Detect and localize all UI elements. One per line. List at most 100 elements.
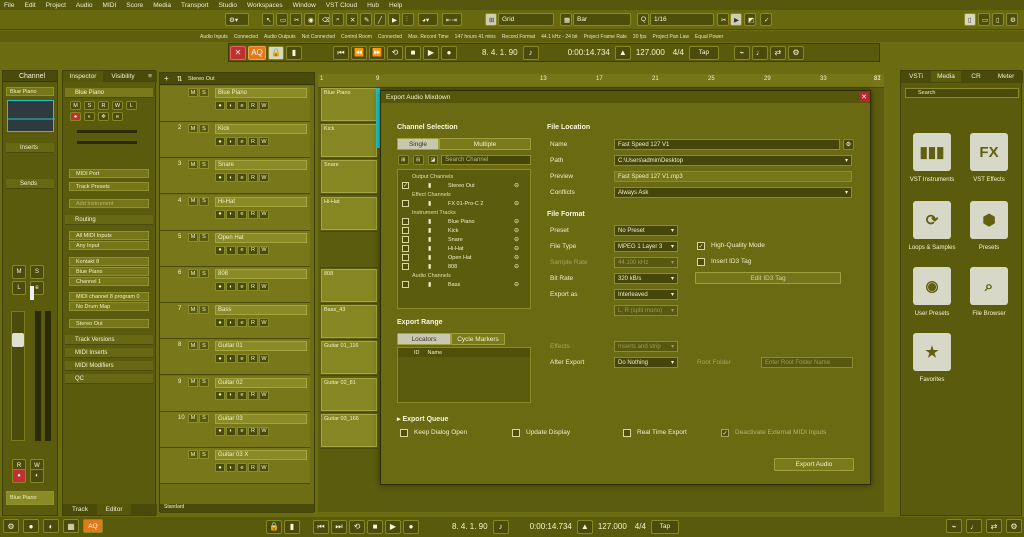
solo-button[interactable]: S	[199, 377, 209, 387]
pan-slider[interactable]	[77, 141, 137, 144]
any-input-field[interactable]: Any Input	[69, 241, 149, 250]
fader-handle[interactable]	[12, 333, 24, 347]
record-enable-button[interactable]: ●	[215, 209, 225, 219]
write-button[interactable]: W	[259, 426, 269, 436]
track-name[interactable]: Bass	[215, 305, 307, 316]
event-lane[interactable]: 808	[320, 268, 378, 304]
edit-icon[interactable]: e	[237, 282, 247, 291]
event-lane[interactable]: Bass_43	[320, 304, 378, 341]
real-time-checkbox[interactable]	[623, 429, 631, 437]
browse-icon[interactable]: ⌕	[970, 267, 1008, 305]
solo-button[interactable]: S	[199, 450, 209, 459]
sync-icon[interactable]: ⇄	[769, 45, 786, 60]
read-button[interactable]: R	[248, 354, 258, 364]
edit-icon[interactable]: e	[237, 390, 247, 400]
tune-icon[interactable]: ✓	[760, 13, 772, 26]
record-enable-button[interactable]: ●	[215, 354, 225, 364]
split-tool-icon[interactable]: ✂	[290, 13, 302, 26]
cycle-icon[interactable]: ⟲	[387, 45, 403, 60]
midi-inserts-section[interactable]: MIDI Inserts	[65, 348, 153, 358]
update-display-checkbox[interactable]	[512, 429, 520, 437]
write-button[interactable]: W	[112, 101, 123, 110]
menu-item[interactable]: Media	[153, 2, 171, 9]
clip[interactable]: Guitar 03_166	[321, 413, 377, 447]
edit-icon[interactable]: e	[237, 209, 247, 219]
menu-item[interactable]: Transport	[181, 2, 209, 9]
split-mono-select[interactable]: L, R (split mono)	[614, 305, 678, 316]
track-filter-icon[interactable]: ⇅	[177, 75, 183, 83]
mute-button[interactable]: M	[188, 196, 198, 206]
solo-button[interactable]: S	[30, 265, 44, 279]
mute-button[interactable]: M	[188, 305, 198, 315]
snap-toggle-icon[interactable]: ⊞	[485, 13, 497, 26]
output-field[interactable]: Blue Piano	[69, 267, 149, 276]
channel-group-label[interactable]: Audio Channels	[412, 272, 451, 280]
record-icon[interactable]: ●	[403, 519, 419, 534]
stop-icon[interactable]: ■	[367, 519, 383, 534]
draw-tool-icon[interactable]: ✎	[360, 13, 372, 26]
listen-button[interactable]: L	[12, 281, 26, 295]
record-enable-button[interactable]: ●	[215, 282, 225, 291]
read-button[interactable]: R	[248, 463, 258, 472]
channel-checkbox[interactable]	[402, 263, 409, 270]
monitor-icon[interactable]: ◐	[226, 245, 236, 255]
table-row[interactable]: 7 M S Bass ● ◐ e R W	[160, 303, 310, 340]
menu-item[interactable]: VST Cloud	[326, 2, 357, 9]
menu-item[interactable]: Window	[293, 2, 316, 9]
play-tool-icon[interactable]: ▶	[388, 13, 400, 26]
layout-settings-icon[interactable]: ⚙	[1006, 13, 1018, 26]
monitor-icon[interactable]: ◐	[226, 101, 236, 110]
file-name-input[interactable]: Fast Speed 127 V1	[614, 139, 840, 150]
channel-checkbox[interactable]	[402, 200, 409, 207]
single-tab[interactable]: Single	[397, 138, 439, 150]
automation-mode-button[interactable]: ⚙▾	[225, 13, 249, 26]
edit-icon[interactable]: e	[112, 112, 123, 121]
locators-tab[interactable]: Locators	[397, 333, 451, 345]
lane-button[interactable]: L	[126, 101, 137, 110]
close-icon[interactable]: ✕	[859, 92, 869, 102]
mute-button[interactable]: M	[12, 265, 26, 279]
tab-inspector[interactable]: Inspector	[63, 71, 103, 82]
menu-item[interactable]: Studio	[219, 2, 237, 9]
link-icon[interactable]: ⊖	[514, 254, 519, 261]
event-lane[interactable]: Guitar 03_166	[320, 413, 378, 449]
tab-editor[interactable]: Editor	[97, 504, 131, 515]
export-as-select[interactable]: Interleaved	[614, 289, 678, 300]
channel-item[interactable]: Open Hat	[448, 254, 472, 262]
record-enable-button[interactable]: ●	[215, 426, 225, 436]
time-display[interactable]: 0:00:14.734	[564, 48, 614, 57]
track-name[interactable]: Guitar 01	[215, 341, 307, 352]
link-icon[interactable]: ⊖	[514, 281, 519, 288]
hex-icon[interactable]: ⬢	[970, 201, 1008, 239]
root-folder-input[interactable]: Enter Root Folder Name	[761, 357, 853, 368]
track-presets-field[interactable]: Track Presets	[69, 182, 149, 191]
pointer-tool-icon[interactable]: ↖	[262, 13, 274, 26]
track-name[interactable]: Guitar 03 X	[215, 450, 307, 460]
export-queue-heading[interactable]: ▸ Export Queue	[397, 415, 448, 423]
record-enable-button[interactable]: ●	[215, 318, 225, 328]
read-button[interactable]: R	[248, 137, 258, 147]
program-field[interactable]: MIDI channel 8 program 0	[69, 292, 149, 301]
channel-item[interactable]: Snare	[448, 236, 463, 244]
solo-button[interactable]: S	[199, 88, 209, 97]
forward-icon[interactable]: ⏭	[331, 519, 347, 534]
write-button[interactable]: W	[259, 354, 269, 364]
mute-button[interactable]: M	[188, 341, 198, 351]
mute-button[interactable]: M	[70, 101, 81, 110]
clip[interactable]: Guitar 02_81	[321, 377, 377, 411]
edit-icon[interactable]: e	[237, 101, 247, 110]
inserts-section[interactable]: Inserts	[6, 143, 54, 153]
close-icon[interactable]: ✕	[230, 45, 246, 60]
menu-item[interactable]: Help	[389, 2, 402, 9]
cycle-icon[interactable]: ⟲	[349, 519, 365, 534]
midi-port-field[interactable]: MIDI Port	[69, 169, 149, 178]
link-icon[interactable]: ⊖	[514, 227, 519, 234]
line-tool-icon[interactable]: ╱	[374, 13, 386, 26]
path-select[interactable]: C:\Users\admin\Desktop	[614, 155, 852, 166]
click-icon[interactable]: ⌁	[946, 519, 962, 533]
inspector-track-name[interactable]: Blue Piano	[65, 88, 153, 98]
menu-icon[interactable]: ≡	[143, 71, 157, 82]
mute-button[interactable]: M	[188, 450, 198, 459]
edit-icon[interactable]: e	[237, 463, 247, 472]
record-enable-button[interactable]: ●	[215, 463, 225, 472]
